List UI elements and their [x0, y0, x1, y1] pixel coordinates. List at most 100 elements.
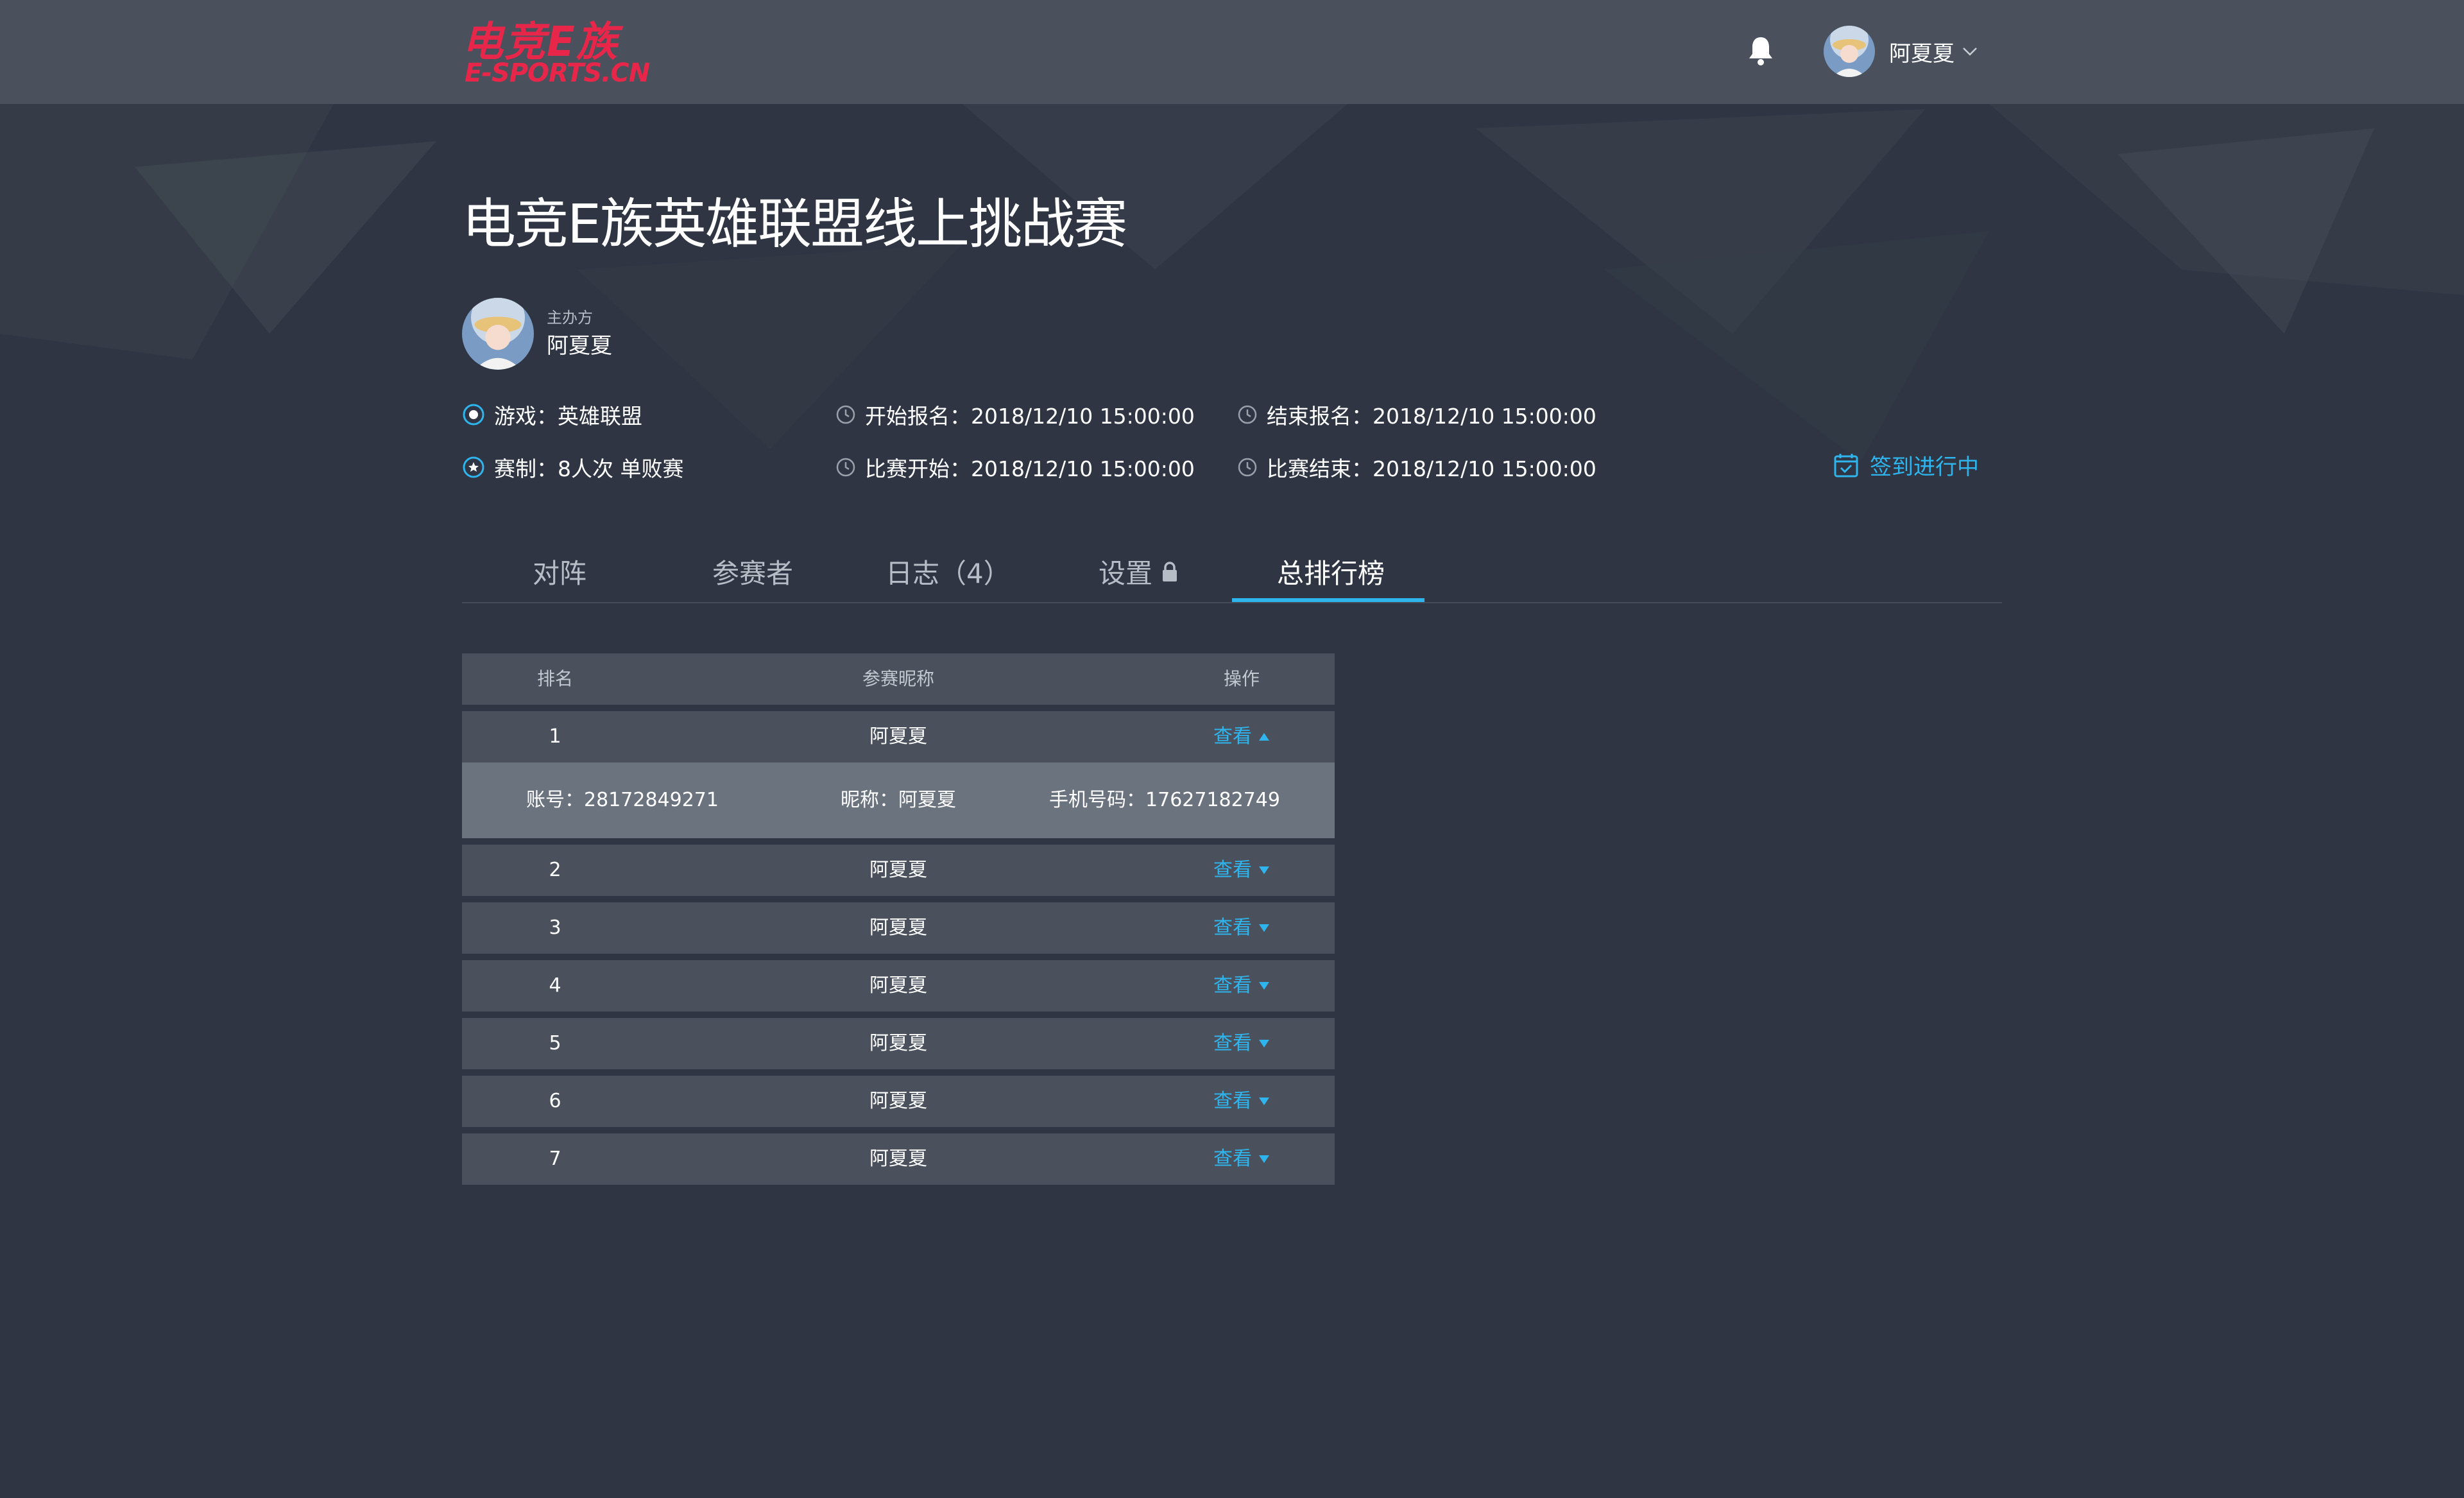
row-rank: 6 [549, 1090, 561, 1112]
format-info: 赛制：8人次 单败赛 [462, 452, 684, 483]
game-text: 游戏：英雄联盟 [494, 404, 642, 429]
event-title: 电竞E族英雄联盟线上挑战赛 [462, 193, 1127, 255]
caret-down-icon [1259, 1155, 1269, 1163]
tab-label: 日志（4） [886, 558, 1011, 589]
bell-icon[interactable] [1747, 35, 1775, 67]
view-toggle-button[interactable]: 查看 [1213, 1133, 1270, 1185]
organizer-name: 阿夏夏 [547, 333, 612, 359]
table-row: 5 阿夏夏 查看 [462, 1018, 1335, 1069]
table-row: 1 阿夏夏 查看 [462, 711, 1335, 762]
view-toggle-button[interactable]: 查看 [1213, 902, 1270, 954]
user-avatar[interactable] [1824, 26, 1875, 77]
tab-label: 对阵 [533, 558, 587, 589]
registration-start-info: 开始报名：2018/12/10 15:00:00 [835, 399, 1195, 430]
header-nickname: 参赛昵称 [862, 668, 935, 689]
view-toggle-button[interactable]: 查看 [1213, 1018, 1270, 1069]
caret-down-icon [1259, 1040, 1269, 1047]
row-rank: 2 [549, 859, 561, 881]
clock-icon [1238, 405, 1257, 424]
table-row: 7 阿夏夏 查看 [462, 1133, 1335, 1185]
top-navigation-bar: 电竞E族 E-SPORTS.CN 阿夏夏 [0, 0, 2464, 104]
clock-icon [1238, 458, 1257, 477]
view-label: 查看 [1213, 859, 1252, 881]
row-rank: 4 [549, 974, 561, 997]
view-toggle-button[interactable]: 查看 [1213, 1076, 1270, 1127]
row-nickname: 阿夏夏 [869, 1148, 927, 1170]
row-rank: 5 [549, 1032, 561, 1055]
registration-end-text: 结束报名：2018/12/10 15:00:00 [1267, 404, 1596, 429]
brand-logo[interactable]: 电竞E族 E-SPORTS.CN [462, 19, 667, 88]
view-toggle-button[interactable]: 查看 [1213, 845, 1270, 896]
caret-down-icon [1259, 924, 1269, 932]
user-menu[interactable]: 阿夏夏 [1824, 26, 1978, 77]
row-rank: 7 [549, 1148, 561, 1170]
chevron-down-icon[interactable] [1962, 46, 1978, 56]
clock-icon [836, 458, 855, 477]
header-rank: 排名 [536, 668, 574, 689]
game-info: 游戏：英雄联盟 [462, 399, 642, 430]
row-detail-panel: 账号：28172849271 昵称：阿夏夏 手机号码：17627182749 [462, 762, 1335, 838]
row-nickname: 阿夏夏 [869, 1090, 927, 1112]
detail-phone: 手机号码：17627182749 [1049, 789, 1280, 811]
calendar-check-icon [1834, 453, 1858, 477]
view-label: 查看 [1213, 917, 1252, 939]
organizer-label: 主办方 [547, 309, 593, 327]
caret-down-icon [1259, 982, 1269, 990]
star-circle-icon [463, 456, 484, 478]
tab-label: 参赛者 [712, 558, 794, 589]
tab-settings[interactable]: 设置 [1099, 552, 1179, 591]
row-rank: 3 [549, 917, 561, 939]
row-nickname: 阿夏夏 [869, 725, 927, 748]
match-start-info: 比赛开始：2018/12/10 15:00:00 [835, 452, 1195, 483]
tab-logs[interactable]: 日志（4） [886, 552, 1011, 591]
checkin-status-button[interactable]: 签到进行中 [1833, 449, 1979, 481]
view-label: 查看 [1213, 1148, 1252, 1170]
match-start-text: 比赛开始：2018/12/10 15:00:00 [865, 456, 1195, 481]
clock-icon [836, 405, 855, 424]
organizer: 主办方 阿夏夏 [462, 298, 612, 370]
leaderboard-table: 排名 参赛昵称 操作 1 阿夏夏 查看 账号：28172849271 昵称：阿夏… [462, 653, 1335, 1191]
registration-end-info: 结束报名：2018/12/10 15:00:00 [1237, 399, 1596, 430]
row-nickname: 阿夏夏 [869, 917, 927, 939]
row-nickname: 阿夏夏 [869, 1032, 927, 1055]
caret-up-icon [1259, 733, 1269, 741]
row-rank: 1 [549, 725, 561, 748]
caret-down-icon [1259, 1098, 1269, 1105]
match-end-text: 比赛结束：2018/12/10 15:00:00 [1267, 456, 1596, 481]
table-row: 4 阿夏夏 查看 [462, 960, 1335, 1012]
table-row: 3 阿夏夏 查看 [462, 902, 1335, 954]
logo-english-text: E-SPORTS.CN [465, 58, 650, 88]
view-label: 查看 [1213, 1032, 1252, 1055]
active-tab-indicator [1232, 598, 1425, 602]
radio-dot-icon [463, 404, 484, 426]
match-end-info: 比赛结束：2018/12/10 15:00:00 [1237, 452, 1596, 483]
detail-nickname: 昵称：阿夏夏 [841, 789, 956, 811]
row-nickname: 阿夏夏 [869, 859, 927, 881]
view-label: 查看 [1213, 725, 1252, 748]
avatar-image [462, 298, 534, 370]
organizer-avatar[interactable] [462, 298, 534, 370]
checkin-status-text: 签到进行中 [1870, 454, 1979, 480]
avatar-image [1824, 26, 1875, 77]
view-label: 查看 [1213, 1090, 1252, 1112]
detail-account: 账号：28172849271 [526, 789, 719, 811]
tab-label: 总排行榜 [1277, 558, 1385, 589]
view-label: 查看 [1213, 974, 1252, 997]
row-nickname: 阿夏夏 [869, 974, 927, 997]
view-toggle-button[interactable]: 查看 [1213, 960, 1270, 1012]
tab-participants[interactable]: 参赛者 [712, 552, 793, 591]
table-header: 排名 参赛昵称 操作 [462, 653, 1335, 705]
tab-bar: 对阵 参赛者 日志（4） 设置 总排行榜 [462, 546, 2002, 603]
lock-icon [1163, 561, 1177, 581]
table-row: 6 阿夏夏 查看 [462, 1076, 1335, 1127]
format-text: 赛制：8人次 单败赛 [494, 456, 684, 481]
registration-start-text: 开始报名：2018/12/10 15:00:00 [865, 404, 1195, 429]
tab-leaderboard[interactable]: 总排行榜 [1277, 552, 1385, 591]
header-action: 操作 [1223, 668, 1260, 689]
user-name: 阿夏夏 [1889, 40, 1955, 67]
caret-down-icon [1259, 866, 1269, 874]
view-toggle-button[interactable]: 查看 [1213, 711, 1270, 762]
tab-label: 设置 [1099, 558, 1153, 589]
tab-matchups[interactable]: 对阵 [533, 552, 586, 591]
table-row: 2 阿夏夏 查看 [462, 845, 1335, 896]
